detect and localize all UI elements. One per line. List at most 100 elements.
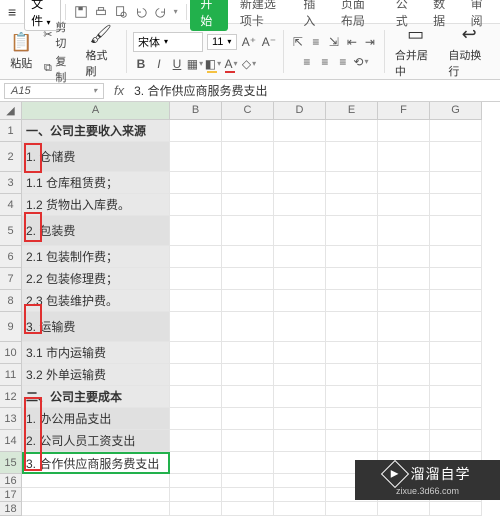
cell[interactable] <box>222 474 274 488</box>
cell[interactable]: 2.1 包装制作费； <box>22 246 170 268</box>
col-head-B[interactable]: B <box>170 102 222 120</box>
cell[interactable] <box>274 120 326 142</box>
cell[interactable] <box>222 364 274 386</box>
cell[interactable] <box>326 290 378 312</box>
cell[interactable]: 3.1 市内运输费 <box>22 342 170 364</box>
row-head[interactable]: 1 <box>0 120 22 142</box>
row-head[interactable]: 5 <box>0 216 22 246</box>
merge-center-button[interactable]: ▭ 合并居中 <box>391 22 441 81</box>
format-painter-button[interactable]: 🖌 格式刷 <box>81 22 120 81</box>
cell[interactable] <box>170 364 222 386</box>
cell[interactable] <box>378 268 430 290</box>
row-head[interactable]: 14 <box>0 430 22 452</box>
cell[interactable] <box>326 268 378 290</box>
align-bottom-icon[interactable]: ⇲ <box>326 34 342 50</box>
underline-icon[interactable]: U <box>169 56 185 72</box>
row-head[interactable]: 10 <box>0 342 22 364</box>
cell[interactable] <box>378 408 430 430</box>
fx-icon[interactable]: fx <box>108 83 130 98</box>
fill-color-icon[interactable]: ◧ <box>205 56 221 72</box>
cell[interactable] <box>378 142 430 172</box>
cell[interactable] <box>170 408 222 430</box>
cell[interactable] <box>222 312 274 342</box>
more-font-icon[interactable]: ◇ <box>241 56 257 72</box>
cell[interactable] <box>170 342 222 364</box>
cell[interactable] <box>430 386 482 408</box>
cell[interactable] <box>170 172 222 194</box>
increase-font-icon[interactable]: A⁺ <box>241 34 257 50</box>
cell[interactable] <box>222 386 274 408</box>
cell[interactable] <box>430 120 482 142</box>
cell[interactable] <box>274 364 326 386</box>
cell[interactable] <box>222 216 274 246</box>
cell[interactable] <box>274 386 326 408</box>
cell[interactable] <box>170 452 222 474</box>
formula-bar[interactable]: 3. 合作供应商服务费支出 <box>130 81 500 100</box>
cell[interactable] <box>430 194 482 216</box>
cell[interactable] <box>430 408 482 430</box>
cell[interactable] <box>274 474 326 488</box>
cell[interactable] <box>378 364 430 386</box>
cell[interactable] <box>274 430 326 452</box>
select-all-corner[interactable]: ◢ <box>0 102 22 120</box>
cell[interactable] <box>170 488 222 502</box>
cell[interactable]: 2.2 包装修理费； <box>22 268 170 290</box>
cell[interactable] <box>274 342 326 364</box>
row-head[interactable]: 13 <box>0 408 22 430</box>
font-color-icon[interactable]: A <box>223 56 239 72</box>
cell[interactable] <box>222 488 274 502</box>
paste-button[interactable]: 📋 粘贴 <box>6 30 36 73</box>
cell[interactable]: 3.2 外单运输费 <box>22 364 170 386</box>
border-icon[interactable]: ▦ <box>187 56 203 72</box>
redo-icon[interactable] <box>154 5 168 19</box>
cell[interactable] <box>430 502 482 516</box>
cell[interactable]: 3. 运输费 <box>22 312 170 342</box>
cell[interactable]: 2. 公司人员工资支出 <box>22 430 170 452</box>
col-head-A[interactable]: A <box>22 102 170 120</box>
cell[interactable] <box>378 312 430 342</box>
cell[interactable] <box>22 474 170 488</box>
cell[interactable] <box>274 194 326 216</box>
cell[interactable] <box>430 290 482 312</box>
spreadsheet-grid[interactable]: ◢ A B C D E F G 1 一、公司主要收入来源2 1. 仓储费31.1… <box>0 102 500 516</box>
cell[interactable] <box>378 290 430 312</box>
cell[interactable]: 二、公司主要成本 <box>22 386 170 408</box>
cell[interactable] <box>430 246 482 268</box>
cell[interactable] <box>170 120 222 142</box>
row-head[interactable]: 11 <box>0 364 22 386</box>
cell[interactable] <box>170 474 222 488</box>
cell[interactable] <box>430 216 482 246</box>
align-right-icon[interactable]: ≡ <box>335 54 351 70</box>
bold-icon[interactable]: B <box>133 56 149 72</box>
align-middle-icon[interactable]: ≡ <box>308 34 324 50</box>
row-head[interactable]: 4 <box>0 194 22 216</box>
cell[interactable] <box>326 172 378 194</box>
name-box[interactable]: A15▾ <box>4 83 104 99</box>
cell[interactable] <box>326 502 378 516</box>
app-menu[interactable]: ≡ <box>4 2 20 22</box>
cell[interactable] <box>170 502 222 516</box>
cell[interactable] <box>274 216 326 246</box>
cell[interactable] <box>170 194 222 216</box>
cell[interactable] <box>274 488 326 502</box>
cell[interactable] <box>430 172 482 194</box>
cell[interactable] <box>170 246 222 268</box>
cut-button[interactable]: ✂剪切 <box>40 19 77 51</box>
cell[interactable] <box>378 120 430 142</box>
cell[interactable] <box>222 142 274 172</box>
cell[interactable] <box>378 430 430 452</box>
cell[interactable] <box>222 194 274 216</box>
align-left-icon[interactable]: ≡ <box>299 54 315 70</box>
cell[interactable] <box>378 386 430 408</box>
cell[interactable] <box>274 268 326 290</box>
row-head[interactable]: 18 <box>0 502 22 516</box>
cell[interactable] <box>430 430 482 452</box>
cell[interactable] <box>274 408 326 430</box>
cell[interactable] <box>222 120 274 142</box>
cell[interactable] <box>378 216 430 246</box>
row-head[interactable]: 8 <box>0 290 22 312</box>
col-head-F[interactable]: F <box>378 102 430 120</box>
cell[interactable] <box>170 290 222 312</box>
cell[interactable] <box>222 430 274 452</box>
cell[interactable] <box>274 502 326 516</box>
